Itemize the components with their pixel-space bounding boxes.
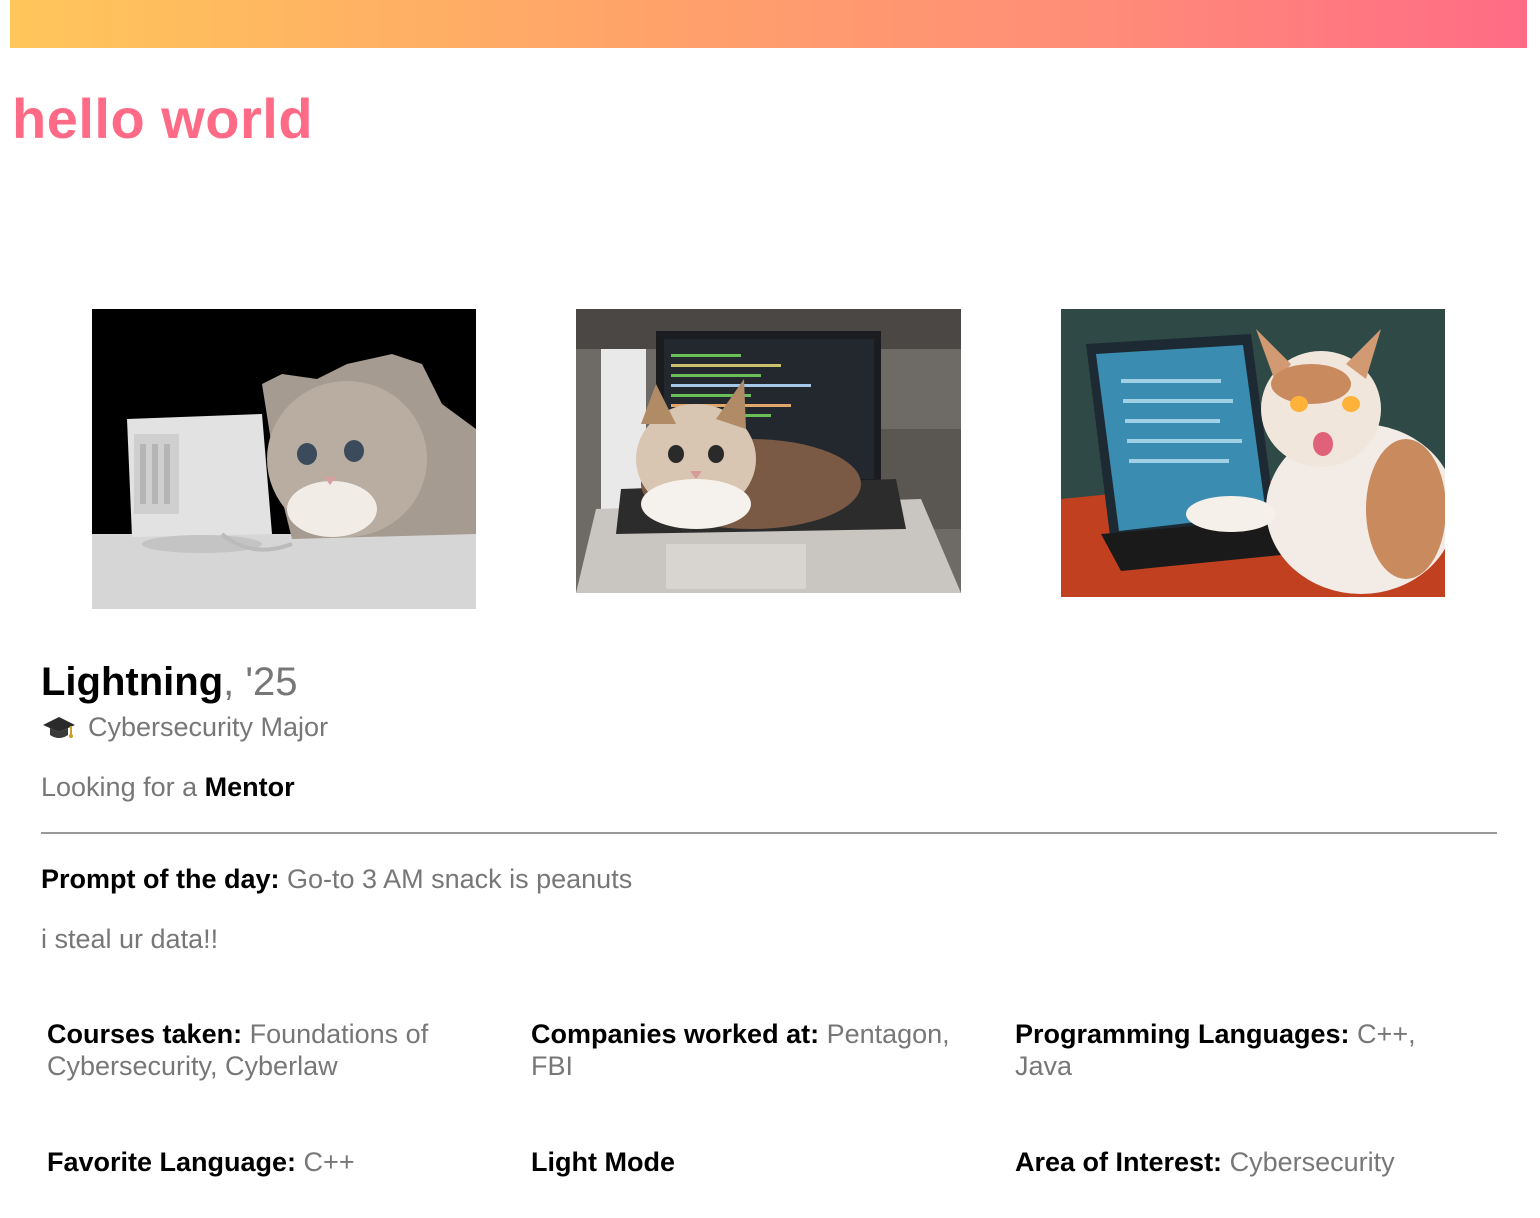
detail-favorite-language: Favorite Language: C++ [47, 1146, 477, 1178]
profile-photo-3[interactable] [1061, 309, 1445, 597]
profile-photo-2[interactable] [576, 309, 961, 593]
detail-label: Area of Interest: [1015, 1147, 1223, 1177]
detail-courses-taken: Courses taken: Foundations of Cybersecur… [47, 1018, 477, 1082]
major-line: Cybersecurity Major [42, 712, 328, 743]
photo-cat-computer [92, 309, 476, 609]
graduation-cap-icon [42, 714, 76, 742]
gradient-header-bar [10, 0, 1527, 48]
prompt-label: Prompt of the day: [41, 864, 280, 894]
looking-for-role: Mentor [204, 772, 295, 802]
photo-kitten-laptop [576, 309, 961, 593]
detail-label: Light Mode [531, 1147, 675, 1177]
detail-value: Cybersecurity [1222, 1147, 1395, 1177]
detail-area-of-interest: Area of Interest: Cybersecurity [1015, 1146, 1445, 1178]
bio-text: i steal ur data!! [41, 924, 219, 954]
detail-label: Companies worked at: [531, 1019, 820, 1049]
graduation-year: , '25 [223, 660, 298, 704]
major-text: Cybersecurity Major [88, 712, 329, 742]
detail-label: Favorite Language: [47, 1147, 297, 1177]
detail-label: Programming Languages: [1015, 1019, 1350, 1049]
profile-name-line: Lightning, '25 [41, 660, 298, 705]
profile-page: hello world Lightning, '25 Cybersecurity… [0, 0, 1540, 1218]
detail-programming-languages: Programming Languages: C++, Java [1015, 1018, 1445, 1082]
detail-light-mode: Light Mode [531, 1146, 961, 1178]
looking-for-prefix: Looking for a [41, 772, 205, 802]
prompt-of-the-day: Prompt of the day: Go-to 3 AM snack is p… [41, 864, 632, 895]
profile-photo-1[interactable] [92, 309, 476, 609]
section-divider [41, 832, 1497, 834]
photo-cat-tablet [1061, 309, 1445, 597]
prompt-value: Go-to 3 AM snack is peanuts [279, 864, 633, 894]
looking-for-line: Looking for a Mentor [41, 772, 295, 803]
page-title: hello world [12, 87, 314, 150]
profile-name: Lightning [41, 660, 224, 704]
detail-companies-worked-at: Companies worked at: Pentagon, FBI [531, 1018, 961, 1082]
detail-label: Courses taken: [47, 1019, 243, 1049]
detail-value: C++ [296, 1147, 355, 1177]
